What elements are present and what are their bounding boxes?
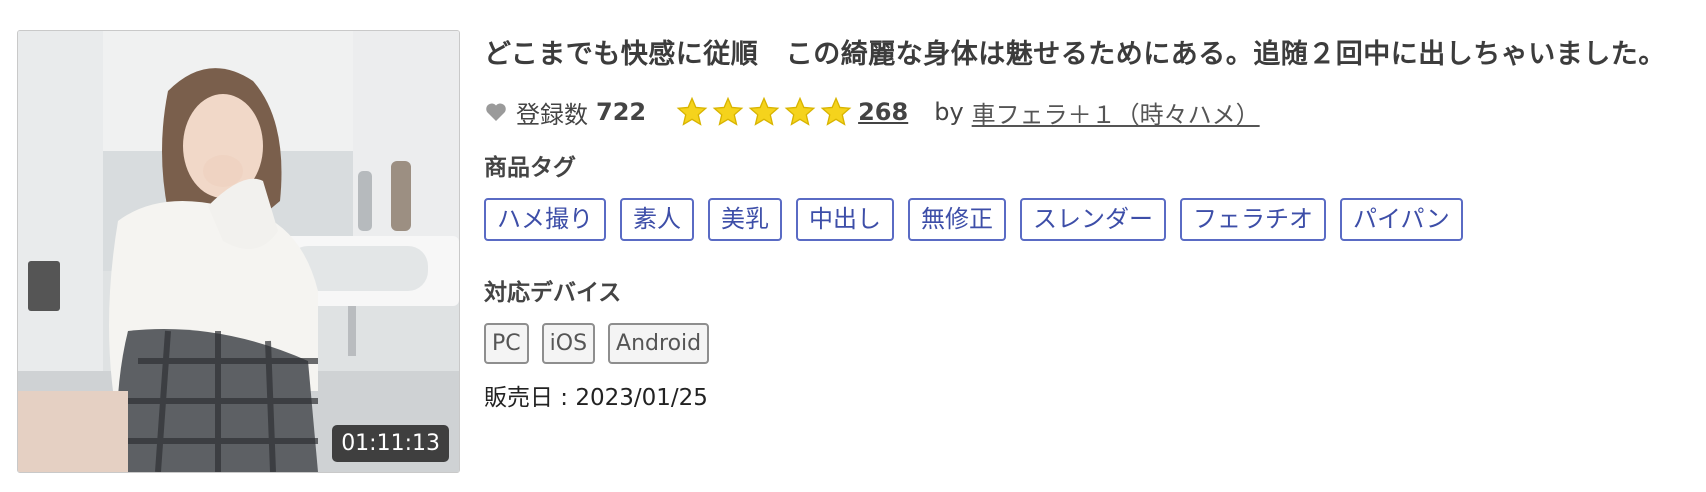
product-card: 01:11:13 どこまでも快感に従順 この綺麗な身体は魅せるためにある。追随２… [0, 0, 1706, 492]
heart-icon[interactable] [484, 100, 508, 124]
by-label: by [934, 98, 964, 126]
device-badge: Android [608, 323, 710, 364]
tag-list: ハメ撮り 素人 美乳 中出し 無修正 スレンダー フェラチオ パイパン [484, 198, 1694, 241]
release-date: 販売日 : 2023/01/25 [484, 385, 708, 411]
devices-section-label: 対応デバイス [484, 280, 622, 306]
seller-link[interactable]: 車フェラ＋１（時々ハメ） [972, 95, 1260, 130]
tag-item[interactable]: 中出し [796, 198, 894, 241]
product-thumbnail[interactable]: 01:11:13 [17, 30, 460, 473]
star-icon [820, 96, 852, 126]
device-badge: PC [484, 323, 529, 364]
tag-item[interactable]: フェラチオ [1180, 198, 1326, 241]
tag-item[interactable]: スレンダー [1020, 198, 1166, 241]
device-list: PC iOS Android [484, 323, 1694, 364]
tag-item[interactable]: パイパン [1340, 198, 1463, 241]
product-meta-row: 登録数 722 268 by 車フェラ＋１（時々ハメ） [484, 88, 1694, 136]
review-count-link[interactable]: 268 [858, 98, 908, 126]
device-badge: iOS [541, 323, 596, 364]
rating-stars [676, 96, 852, 128]
tag-item[interactable]: 美乳 [708, 198, 782, 241]
star-icon [712, 96, 744, 126]
favorites-count: 722 [596, 98, 647, 126]
star-icon [676, 96, 708, 126]
star-icon [748, 96, 780, 126]
tags-section-label: 商品タグ [484, 155, 576, 181]
tag-item[interactable]: 素人 [620, 198, 694, 241]
video-duration: 01:11:13 [332, 425, 449, 462]
product-title[interactable]: どこまでも快感に従順 この綺麗な身体は魅せるためにある。追随２回中に出しちゃいま… [484, 30, 1694, 80]
tag-item[interactable]: ハメ撮り [484, 198, 606, 241]
thumbnail-photo [18, 31, 459, 472]
star-icon [784, 96, 816, 126]
product-info: どこまでも快感に従順 この綺麗な身体は魅せるためにある。追随２回中に出しちゃいま… [484, 30, 1694, 412]
favorites-label: 登録数 [516, 100, 588, 129]
tag-item[interactable]: 無修正 [908, 198, 1006, 241]
